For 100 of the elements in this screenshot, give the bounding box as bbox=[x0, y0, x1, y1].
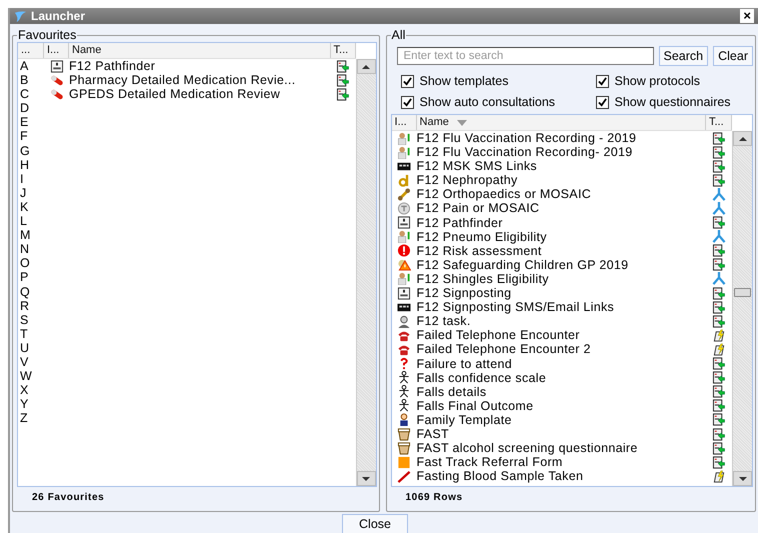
template-name[interactable]: F12 Flu Vaccination Recording- 2019 bbox=[416, 145, 706, 160]
template-name[interactable]: Failure to attend bbox=[416, 356, 706, 371]
letter-index[interactable]: R bbox=[18, 298, 44, 313]
letter-index[interactable]: P bbox=[18, 270, 44, 284]
favourite-name[interactable]: GPEDS Detailed Medication Review bbox=[69, 87, 331, 102]
letter-index[interactable]: H bbox=[18, 158, 44, 172]
letter-index[interactable]: G bbox=[18, 144, 44, 158]
letter-index[interactable]: V bbox=[18, 354, 44, 370]
template-name[interactable]: Fasting Blood Sample Taken bbox=[416, 469, 706, 484]
warning-icon bbox=[397, 258, 412, 272]
checkbox-label[interactable]: Show templates bbox=[420, 74, 508, 88]
checkbox-label[interactable]: Show questionnaires bbox=[614, 95, 731, 109]
search-field[interactable]: Enter text to search bbox=[396, 47, 654, 65]
letter-index[interactable]: M bbox=[18, 228, 44, 242]
letter-index[interactable]: C bbox=[18, 87, 44, 102]
letter-index[interactable]: Q bbox=[18, 284, 44, 299]
letter-index[interactable]: L bbox=[18, 214, 44, 228]
favourite-name[interactable]: F12 Pathfinder bbox=[69, 59, 331, 74]
checkbox[interactable] bbox=[596, 74, 609, 88]
template-name[interactable]: Falls details bbox=[416, 384, 706, 399]
panel-title: All bbox=[390, 28, 406, 42]
document-arrow-icon bbox=[712, 300, 726, 314]
letter-index[interactable]: O bbox=[18, 256, 44, 270]
letter-index[interactable]: A bbox=[18, 59, 44, 74]
letter-index[interactable]: I bbox=[18, 172, 44, 186]
template-name[interactable]: Fast Track Referral Form bbox=[416, 455, 706, 470]
template-name[interactable]: F12 Pathfinder bbox=[416, 216, 706, 230]
template-name[interactable]: F12 Flu Vaccination Recording - 2019 bbox=[416, 131, 706, 146]
template-name[interactable]: F12 Orthopaedics or MOSAIC bbox=[416, 187, 706, 202]
column-header[interactable]: ... bbox=[18, 43, 44, 58]
template-name[interactable]: Family Template bbox=[416, 412, 706, 427]
template-name[interactable]: F12 Shingles Eligibility bbox=[416, 272, 706, 286]
template-name[interactable]: Falls Final Outcome bbox=[416, 398, 706, 413]
favourite-name[interactable]: Pharmacy Detailed Medication Revie... bbox=[69, 73, 331, 88]
checkbox[interactable] bbox=[400, 74, 414, 88]
letter-index[interactable]: Y bbox=[18, 397, 44, 412]
letter-index[interactable]: J bbox=[18, 186, 44, 200]
letter-index[interactable]: T bbox=[18, 326, 44, 341]
checkbox[interactable] bbox=[400, 96, 414, 108]
template-name[interactable]: FAST bbox=[416, 426, 706, 442]
column-header[interactable]: I... bbox=[44, 43, 69, 58]
template-name[interactable]: F12 Nephropathy bbox=[416, 173, 706, 188]
template-name[interactable]: FAST alcohol screening questionnaire bbox=[416, 441, 706, 456]
checkbox-label[interactable]: Show auto consultations bbox=[420, 95, 556, 109]
template-name[interactable]: F12 task. bbox=[416, 314, 706, 328]
stick-figure-icon bbox=[397, 385, 412, 398]
scroll-down-button[interactable] bbox=[733, 471, 752, 486]
template-name[interactable]: Falls confidence scale bbox=[416, 370, 706, 385]
column-header[interactable]: I... bbox=[392, 115, 417, 130]
column-header[interactable]: T... bbox=[706, 115, 732, 130]
eye-chart-icon bbox=[397, 216, 412, 230]
column-header[interactable]: Name bbox=[416, 115, 706, 130]
letter-index[interactable]: B bbox=[18, 73, 44, 88]
template-name[interactable]: F12 MSK SMS Links bbox=[416, 159, 706, 174]
checkbox-label[interactable]: Show protocols bbox=[614, 74, 700, 88]
template-name[interactable]: Failed Telephone Encounter bbox=[416, 328, 706, 342]
document-arrow-icon bbox=[712, 385, 726, 398]
scrollbar-track[interactable] bbox=[732, 131, 752, 486]
close-dialog-button[interactable]: Close bbox=[342, 514, 408, 533]
scroll-up-button[interactable] bbox=[733, 131, 752, 146]
doctor-icon bbox=[397, 132, 412, 145]
down-arrow-icon bbox=[362, 476, 370, 480]
close-button[interactable]: × bbox=[740, 9, 754, 23]
letter-index[interactable]: Z bbox=[18, 411, 44, 426]
letter-index[interactable]: D bbox=[18, 101, 44, 116]
row-count: 1069 Rows bbox=[404, 491, 464, 505]
lightning-document-icon bbox=[712, 342, 726, 356]
template-name[interactable]: Failed Telephone Encounter 2 bbox=[416, 342, 706, 356]
letter-index[interactable]: N bbox=[18, 242, 44, 256]
letter-index[interactable]: X bbox=[18, 383, 44, 398]
template-name[interactable]: F12 Risk assessment bbox=[416, 244, 706, 258]
document-arrow-icon bbox=[336, 88, 350, 101]
column-header[interactable]: Name bbox=[69, 43, 331, 58]
up-arrow-icon bbox=[362, 64, 370, 68]
down-arrow-icon bbox=[738, 476, 746, 480]
template-name[interactable]: F12 Safeguarding Children GP 2019 bbox=[416, 258, 706, 272]
template-name[interactable]: F12 Pain or MOSAIC bbox=[416, 201, 706, 216]
stick-figure-icon bbox=[397, 399, 412, 412]
letter-index[interactable]: E bbox=[18, 115, 44, 130]
letter-index[interactable]: U bbox=[18, 340, 44, 355]
letter-index[interactable]: K bbox=[18, 200, 44, 214]
template-name[interactable]: F12 Signposting bbox=[416, 286, 706, 300]
checkbox[interactable] bbox=[596, 96, 609, 108]
document-arrow-icon bbox=[712, 146, 726, 159]
template-name[interactable]: F12 Pneumo Eligibility bbox=[416, 230, 706, 244]
column-header[interactable]: T... bbox=[330, 43, 356, 58]
scroll-up-button[interactable] bbox=[356, 59, 376, 74]
clear-button[interactable]: Clear bbox=[713, 46, 753, 66]
scroll-down-button[interactable] bbox=[356, 471, 376, 486]
document-arrow-icon bbox=[712, 286, 726, 300]
scroll-thumb[interactable] bbox=[734, 288, 751, 297]
template-name[interactable]: F12 Signposting SMS/Email Links bbox=[416, 300, 706, 314]
lightning-document-icon bbox=[712, 328, 726, 342]
document-arrow-icon bbox=[712, 174, 726, 187]
search-button[interactable]: Search bbox=[658, 46, 708, 66]
letter-index[interactable]: W bbox=[18, 369, 44, 384]
letter-index[interactable]: F bbox=[18, 129, 44, 144]
scrollbar-track[interactable] bbox=[356, 59, 376, 486]
bone-icon bbox=[397, 188, 412, 201]
letter-index[interactable]: S bbox=[18, 312, 44, 327]
